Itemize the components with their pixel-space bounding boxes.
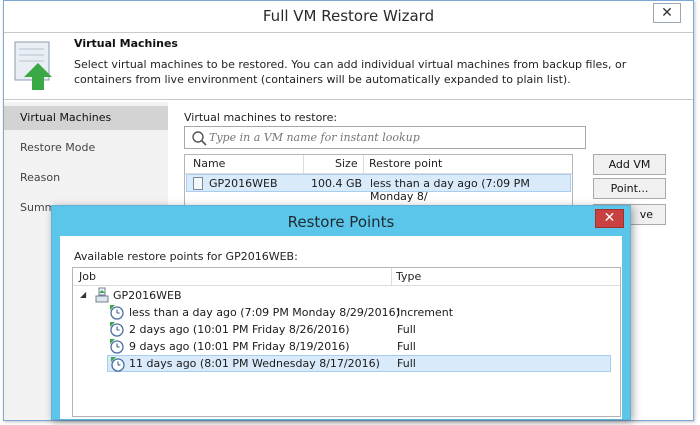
restore-point-label: 11 days ago (8:01 PM Wednesday 8/17/2016… <box>129 357 380 370</box>
restore-point-type: Full <box>397 357 416 370</box>
restore-point-clock-icon <box>111 357 125 372</box>
column-header-type[interactable]: Type <box>396 270 421 283</box>
restore-point-label: less than a day ago (7:09 PM Monday 8/29… <box>129 306 400 319</box>
vm-table-header: Name Size Restore point <box>185 155 572 174</box>
step-restore-mode[interactable]: Restore Mode <box>4 136 168 160</box>
step-reason[interactable]: Reason <box>4 166 168 190</box>
header-description: Select virtual machines to be restored. … <box>74 58 627 86</box>
dialog-title-bar: Restore Points ✕ <box>52 206 630 236</box>
restore-point-label: 9 days ago (10:01 PM Friday 8/19/2016) <box>129 340 350 353</box>
vm-icon <box>193 177 203 190</box>
restore-point-row-selected[interactable]: 11 days ago (8:01 PM Wednesday 8/17/2016… <box>107 355 611 372</box>
title-bar: Full VM Restore Wizard ✕ <box>4 1 693 32</box>
restore-points-dialog: Restore Points ✕ Available restore point… <box>51 205 631 420</box>
column-header-restore-point[interactable]: Restore point <box>369 157 442 170</box>
vm-table-row[interactable]: GP2016WEB 100.4 GB less than a day ago (… <box>186 174 571 203</box>
restore-point-type: Full <box>397 323 416 336</box>
vm-search-input[interactable] <box>209 130 579 145</box>
restore-point-type: Increment <box>397 306 454 319</box>
column-divider <box>363 155 364 173</box>
add-vm-button[interactable]: Add VM <box>593 154 666 175</box>
vm-list-label: Virtual machines to restore: <box>184 111 338 124</box>
vm-table: Name Size Restore point GP2016WEB 100.4 … <box>184 154 573 212</box>
tree-job-node[interactable]: ◢ GP2016WEB <box>74 287 614 304</box>
column-divider <box>303 155 304 173</box>
available-points-label: Available restore points for GP2016WEB: <box>74 250 298 263</box>
vm-search-box[interactable] <box>184 126 586 149</box>
restore-point-row[interactable]: less than a day ago (7:09 PM Monday 8/29… <box>109 304 613 321</box>
wizard-header: Virtual Machines Select virtual machines… <box>4 32 693 100</box>
vm-size: 100.4 GB <box>311 177 363 190</box>
column-header-name[interactable]: Name <box>193 157 225 170</box>
vm-restore-point: less than a day ago (7:09 PM Monday 8/ <box>370 177 530 203</box>
dialog-body: Available restore points for GP2016WEB: … <box>52 236 630 419</box>
column-divider <box>391 268 392 285</box>
collapse-icon[interactable]: ◢ <box>80 290 86 299</box>
job-name: GP2016WEB <box>113 289 182 302</box>
header-title: Virtual Machines <box>74 37 178 50</box>
step-virtual-machines[interactable]: Virtual Machines <box>4 106 168 130</box>
restore-point-row[interactable]: 2 days ago (10:01 PM Friday 8/26/2016) F… <box>109 321 613 338</box>
restore-point-type: Full <box>397 340 416 353</box>
vm-name: GP2016WEB <box>209 177 278 190</box>
restore-point-label: 2 days ago (10:01 PM Friday 8/26/2016) <box>129 323 350 336</box>
column-header-job[interactable]: Job <box>79 270 96 283</box>
search-icon <box>192 131 207 146</box>
restore-points-tree: Job Type ◢ GP2016WEB less than a day ago… <box>72 267 621 417</box>
restore-point-clock-icon <box>110 339 124 354</box>
dialog-title: Restore Points <box>287 213 395 231</box>
close-button[interactable]: ✕ <box>653 3 681 23</box>
vm-restore-icon <box>14 41 52 90</box>
restore-point-row[interactable]: 9 days ago (10:01 PM Friday 8/19/2016) F… <box>109 338 613 355</box>
window-title: Full VM Restore Wizard <box>262 7 435 25</box>
tree-header: Job Type <box>73 268 620 286</box>
backup-job-icon <box>95 287 109 303</box>
restore-point-clock-icon <box>110 322 124 337</box>
point-button[interactable]: Point... <box>593 178 666 199</box>
restore-point-clock-icon <box>110 305 124 320</box>
column-header-size[interactable]: Size <box>335 157 358 170</box>
dialog-close-button[interactable]: ✕ <box>595 209 624 228</box>
